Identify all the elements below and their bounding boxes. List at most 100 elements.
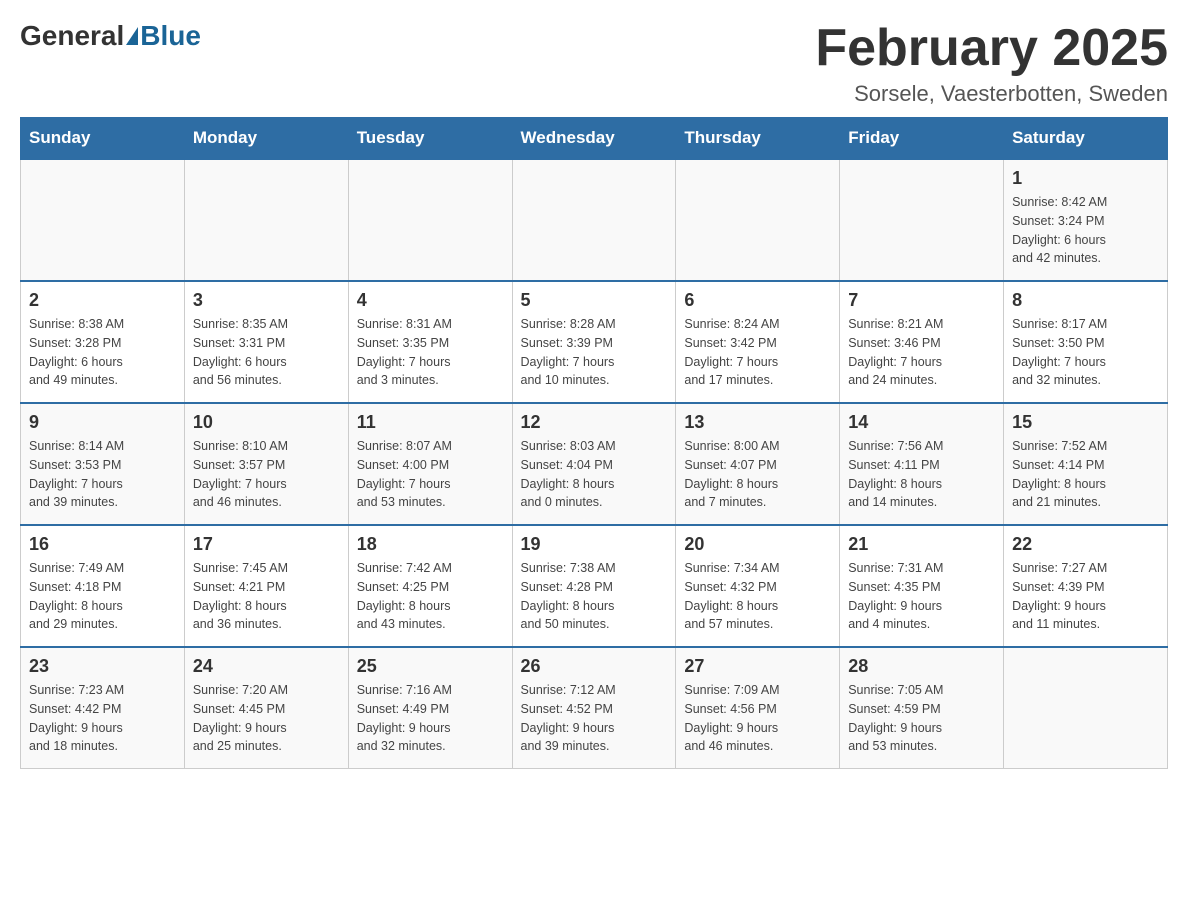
calendar-cell: 15Sunrise: 7:52 AM Sunset: 4:14 PM Dayli… <box>1004 403 1168 525</box>
day-info: Sunrise: 7:31 AM Sunset: 4:35 PM Dayligh… <box>848 559 995 634</box>
weekday-header-monday: Monday <box>184 118 348 160</box>
day-number: 7 <box>848 290 995 311</box>
day-number: 9 <box>29 412 176 433</box>
day-info: Sunrise: 7:52 AM Sunset: 4:14 PM Dayligh… <box>1012 437 1159 512</box>
day-info: Sunrise: 7:45 AM Sunset: 4:21 PM Dayligh… <box>193 559 340 634</box>
weekday-header-saturday: Saturday <box>1004 118 1168 160</box>
day-info: Sunrise: 8:35 AM Sunset: 3:31 PM Dayligh… <box>193 315 340 390</box>
logo-blue-text: Blue <box>140 20 201 52</box>
day-number: 8 <box>1012 290 1159 311</box>
weekday-header-tuesday: Tuesday <box>348 118 512 160</box>
day-number: 4 <box>357 290 504 311</box>
day-number: 17 <box>193 534 340 555</box>
day-info: Sunrise: 7:23 AM Sunset: 4:42 PM Dayligh… <box>29 681 176 756</box>
weekday-header-row: SundayMondayTuesdayWednesdayThursdayFrid… <box>21 118 1168 160</box>
calendar-cell: 5 Sunrise: 8:28 AM Sunset: 3:39 PM Daylig… <box>512 281 676 403</box>
calendar-cell: 20 Sunrise: 7:34 AM Sunset: 4:32 PM Dayli… <box>676 525 840 647</box>
day-number: 19 <box>521 534 668 555</box>
calendar-cell: 7 Sunrise: 8:21 AM Sunset: 3:46 PM Daylig… <box>840 281 1004 403</box>
calendar-cell: 4Sunrise: 8:31 AM Sunset: 3:35 PM Daylig… <box>348 281 512 403</box>
day-info: Sunrise: 8:07 AM Sunset: 4:00 PM Dayligh… <box>357 437 504 512</box>
day-info: Sunrise: 7:09 AM Sunset: 4:56 PM Dayligh… <box>684 681 831 756</box>
logo-general-text: General <box>20 20 124 52</box>
day-number: 5 <box>521 290 668 311</box>
day-number: 21 <box>848 534 995 555</box>
calendar-cell: 17 Sunrise: 7:45 AM Sunset: 4:21 PM Dayli… <box>184 525 348 647</box>
weekday-header-friday: Friday <box>840 118 1004 160</box>
calendar-week-row: 1 Sunrise: 8:42 AM Sunset: 3:24 PM Daylig… <box>21 159 1168 281</box>
calendar-week-row: 23 Sunrise: 7:23 AM Sunset: 4:42 PM Dayli… <box>21 647 1168 769</box>
calendar-cell <box>184 159 348 281</box>
calendar-cell <box>1004 647 1168 769</box>
day-info: Sunrise: 8:14 AM Sunset: 3:53 PM Dayligh… <box>29 437 176 512</box>
day-info: Sunrise: 7:34 AM Sunset: 4:32 PM Dayligh… <box>684 559 831 634</box>
day-number: 3 <box>193 290 340 311</box>
calendar-body: 1 Sunrise: 8:42 AM Sunset: 3:24 PM Daylig… <box>21 159 1168 769</box>
calendar-cell: 2 Sunrise: 8:38 AM Sunset: 3:28 PM Daylig… <box>21 281 185 403</box>
day-info: Sunrise: 7:16 AM Sunset: 4:49 PM Dayligh… <box>357 681 504 756</box>
calendar-week-row: 9 Sunrise: 8:14 AM Sunset: 3:53 PM Daylig… <box>21 403 1168 525</box>
calendar-cell: 12 Sunrise: 8:03 AM Sunset: 4:04 PM Dayli… <box>512 403 676 525</box>
day-number: 24 <box>193 656 340 677</box>
day-number: 20 <box>684 534 831 555</box>
calendar-cell: 18 Sunrise: 7:42 AM Sunset: 4:25 PM Dayli… <box>348 525 512 647</box>
location-subtitle: Sorsele, Vaesterbotten, Sweden <box>815 81 1168 107</box>
day-number: 14 <box>848 412 995 433</box>
calendar-cell: 9 Sunrise: 8:14 AM Sunset: 3:53 PM Daylig… <box>21 403 185 525</box>
day-number: 28 <box>848 656 995 677</box>
day-number: 23 <box>29 656 176 677</box>
day-info: Sunrise: 7:27 AM Sunset: 4:39 PM Dayligh… <box>1012 559 1159 634</box>
day-info: Sunrise: 8:28 AM Sunset: 3:39 PM Dayligh… <box>521 315 668 390</box>
calendar-cell <box>676 159 840 281</box>
day-number: 26 <box>521 656 668 677</box>
calendar-cell: 10 Sunrise: 8:10 AM Sunset: 3:57 PM Dayli… <box>184 403 348 525</box>
calendar-cell <box>348 159 512 281</box>
day-info: Sunrise: 7:12 AM Sunset: 4:52 PM Dayligh… <box>521 681 668 756</box>
day-info: Sunrise: 8:21 AM Sunset: 3:46 PM Dayligh… <box>848 315 995 390</box>
calendar-cell: 6Sunrise: 8:24 AM Sunset: 3:42 PM Daylig… <box>676 281 840 403</box>
calendar-header: SundayMondayTuesdayWednesdayThursdayFrid… <box>21 118 1168 160</box>
calendar-cell: 1 Sunrise: 8:42 AM Sunset: 3:24 PM Daylig… <box>1004 159 1168 281</box>
calendar-cell: 16Sunrise: 7:49 AM Sunset: 4:18 PM Dayli… <box>21 525 185 647</box>
day-info: Sunrise: 8:00 AM Sunset: 4:07 PM Dayligh… <box>684 437 831 512</box>
day-number: 13 <box>684 412 831 433</box>
title-section: February 2025 Sorsele, Vaesterbotten, Sw… <box>815 20 1168 107</box>
day-info: Sunrise: 8:24 AM Sunset: 3:42 PM Dayligh… <box>684 315 831 390</box>
calendar-cell <box>21 159 185 281</box>
day-info: Sunrise: 8:38 AM Sunset: 3:28 PM Dayligh… <box>29 315 176 390</box>
calendar-cell: 3 Sunrise: 8:35 AM Sunset: 3:31 PM Daylig… <box>184 281 348 403</box>
day-info: Sunrise: 7:42 AM Sunset: 4:25 PM Dayligh… <box>357 559 504 634</box>
page-header: General Blue February 2025 Sorsele, Vaes… <box>20 20 1168 107</box>
day-info: Sunrise: 8:42 AM Sunset: 3:24 PM Dayligh… <box>1012 193 1159 268</box>
calendar-cell: 27Sunrise: 7:09 AM Sunset: 4:56 PM Dayli… <box>676 647 840 769</box>
calendar-cell <box>512 159 676 281</box>
calendar-cell: 25Sunrise: 7:16 AM Sunset: 4:49 PM Dayli… <box>348 647 512 769</box>
day-number: 10 <box>193 412 340 433</box>
day-info: Sunrise: 7:38 AM Sunset: 4:28 PM Dayligh… <box>521 559 668 634</box>
weekday-header-sunday: Sunday <box>21 118 185 160</box>
day-number: 18 <box>357 534 504 555</box>
calendar-week-row: 16Sunrise: 7:49 AM Sunset: 4:18 PM Dayli… <box>21 525 1168 647</box>
day-number: 16 <box>29 534 176 555</box>
calendar-cell <box>840 159 1004 281</box>
calendar-cell: 22Sunrise: 7:27 AM Sunset: 4:39 PM Dayli… <box>1004 525 1168 647</box>
day-number: 11 <box>357 412 504 433</box>
day-info: Sunrise: 8:03 AM Sunset: 4:04 PM Dayligh… <box>521 437 668 512</box>
calendar-cell: 24Sunrise: 7:20 AM Sunset: 4:45 PM Dayli… <box>184 647 348 769</box>
month-title: February 2025 <box>815 20 1168 77</box>
day-info: Sunrise: 7:56 AM Sunset: 4:11 PM Dayligh… <box>848 437 995 512</box>
calendar-cell: 23 Sunrise: 7:23 AM Sunset: 4:42 PM Dayli… <box>21 647 185 769</box>
day-number: 12 <box>521 412 668 433</box>
calendar-table: SundayMondayTuesdayWednesdayThursdayFrid… <box>20 117 1168 769</box>
day-info: Sunrise: 8:17 AM Sunset: 3:50 PM Dayligh… <box>1012 315 1159 390</box>
logo-triangle-icon <box>126 27 138 45</box>
day-info: Sunrise: 8:10 AM Sunset: 3:57 PM Dayligh… <box>193 437 340 512</box>
calendar-cell: 28 Sunrise: 7:05 AM Sunset: 4:59 PM Dayli… <box>840 647 1004 769</box>
day-number: 2 <box>29 290 176 311</box>
calendar-cell: 21 Sunrise: 7:31 AM Sunset: 4:35 PM Dayli… <box>840 525 1004 647</box>
day-number: 1 <box>1012 168 1159 189</box>
calendar-cell: 19 Sunrise: 7:38 AM Sunset: 4:28 PM Dayli… <box>512 525 676 647</box>
calendar-cell: 11 Sunrise: 8:07 AM Sunset: 4:00 PM Dayli… <box>348 403 512 525</box>
day-info: Sunrise: 7:05 AM Sunset: 4:59 PM Dayligh… <box>848 681 995 756</box>
weekday-header-thursday: Thursday <box>676 118 840 160</box>
